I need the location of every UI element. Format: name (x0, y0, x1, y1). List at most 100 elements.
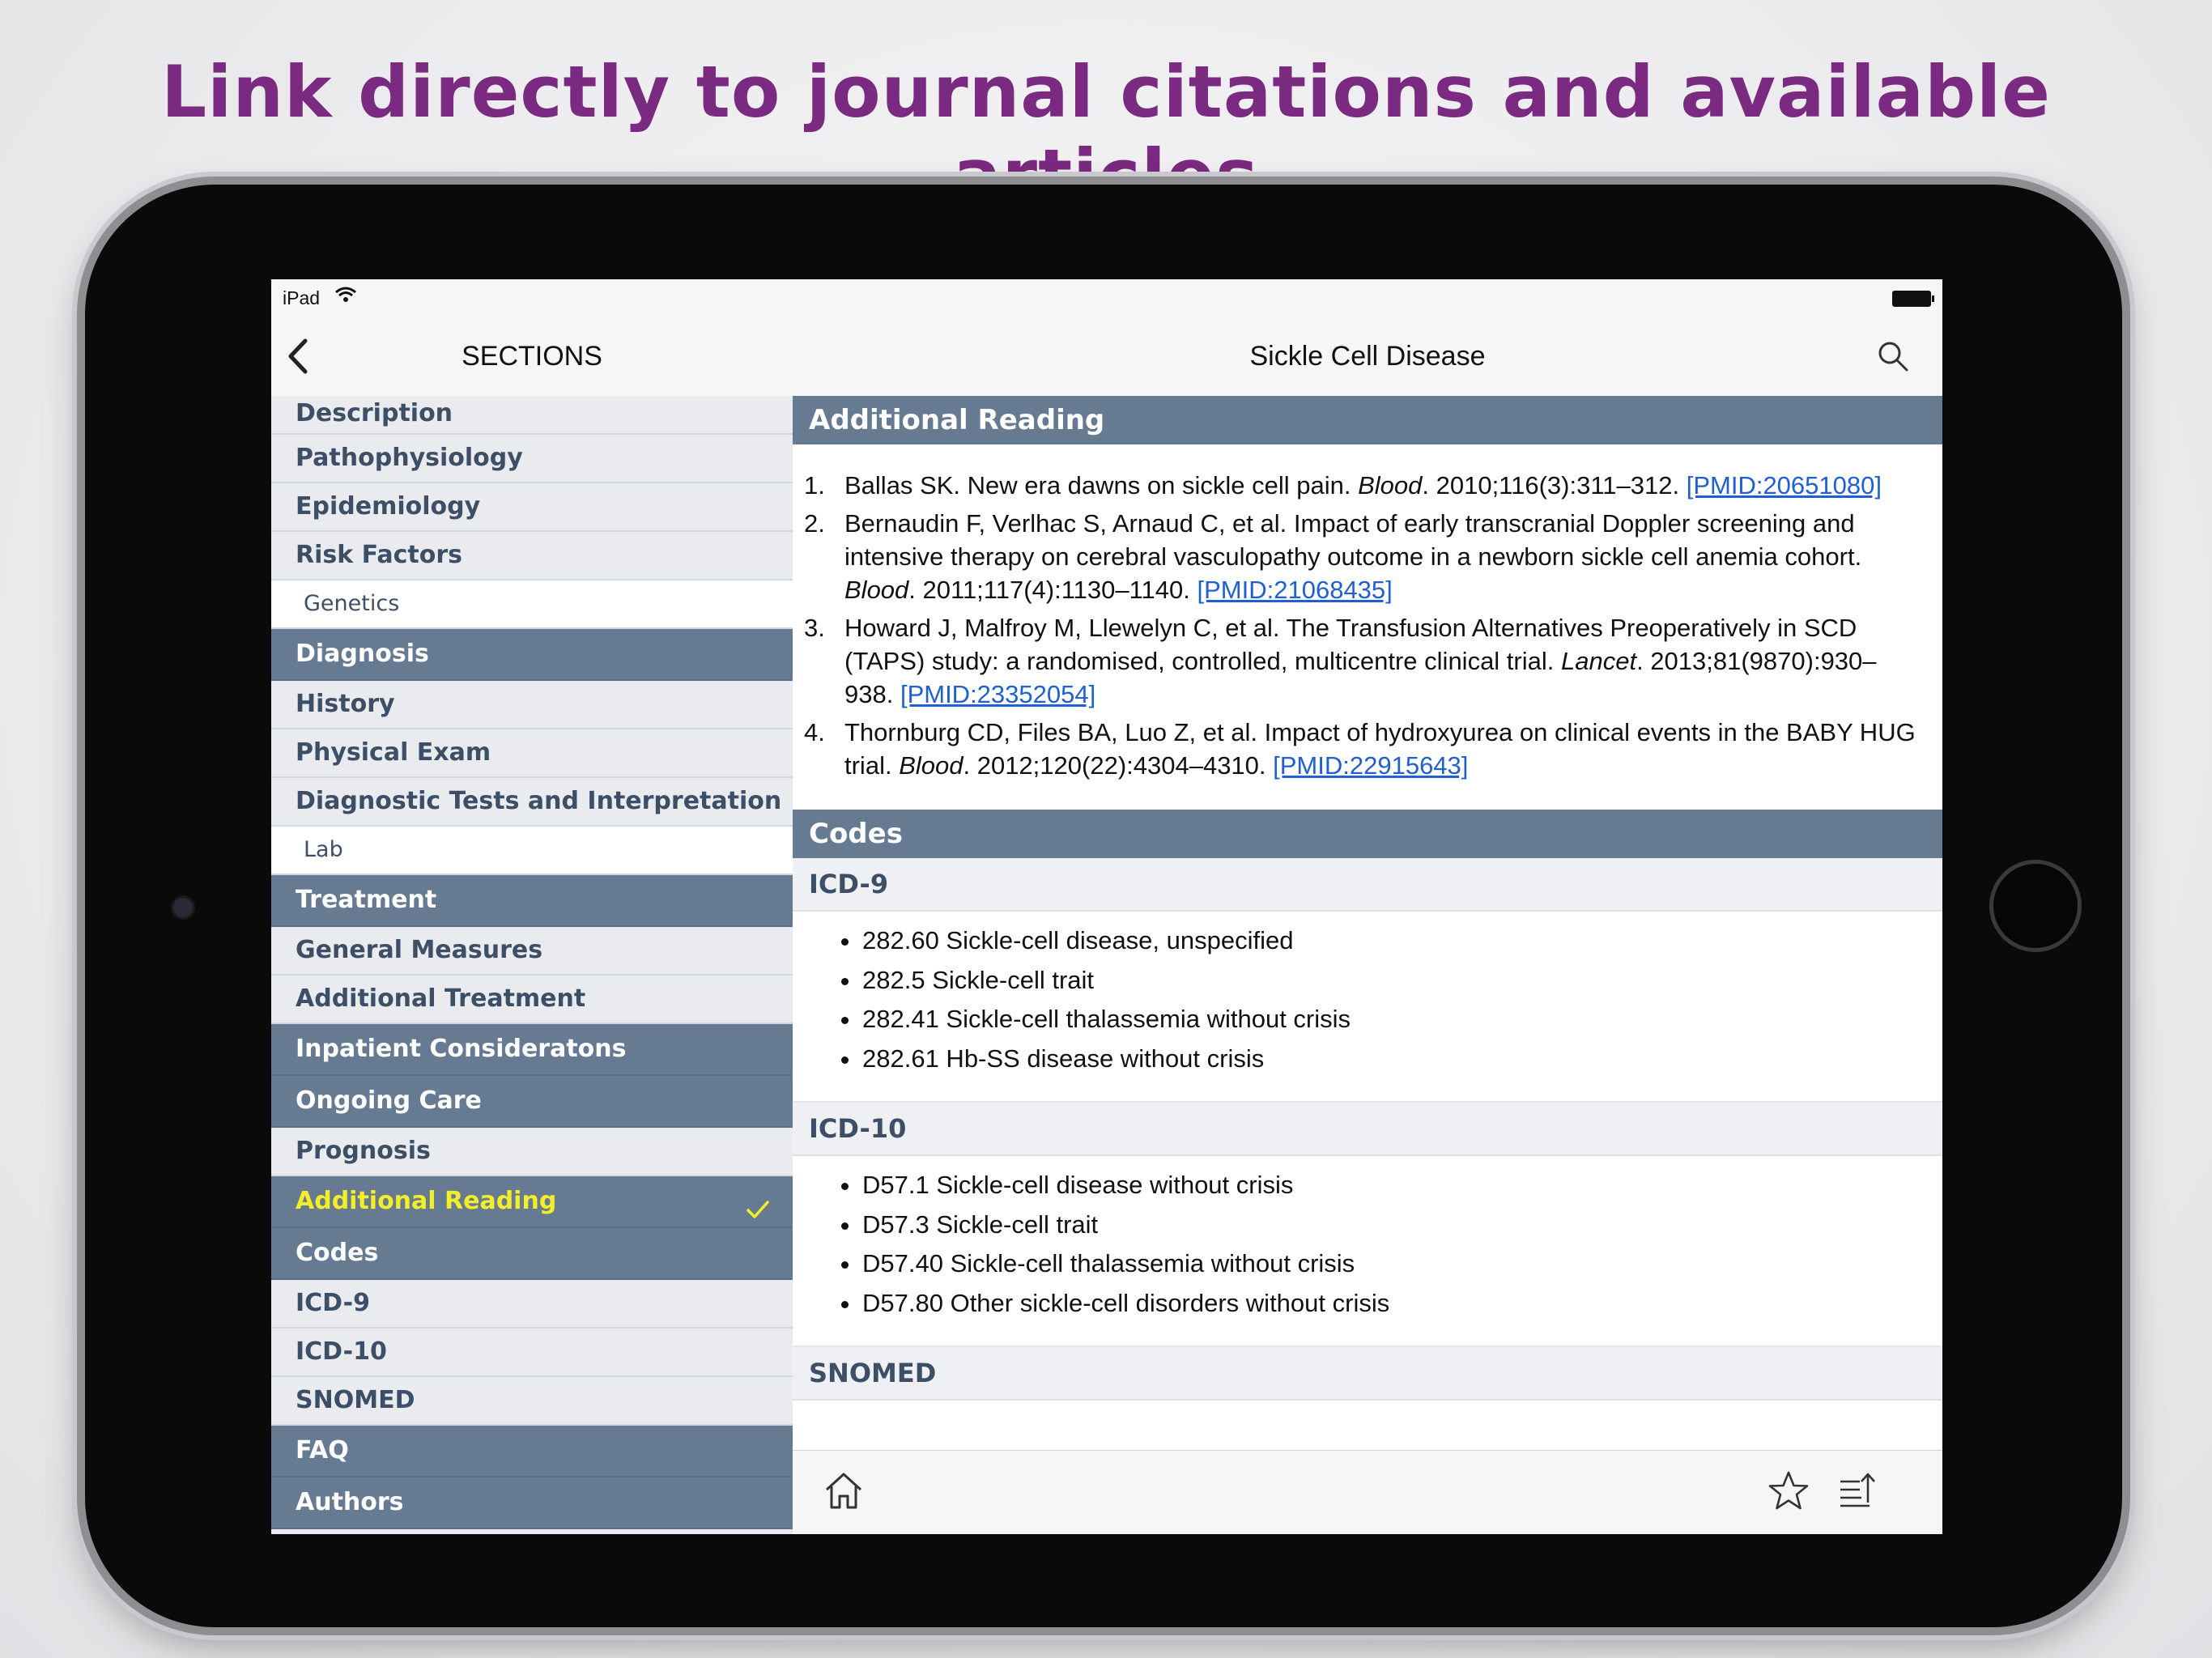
sidebar-item-label: Description (296, 399, 453, 427)
sidebar-item-label: Risk Factors (296, 541, 463, 569)
code-item: 282.41 Sickle-cell thalassemia without c… (841, 1000, 1942, 1039)
sidebar-item-additional-treatment[interactable]: Additional Treatment (271, 976, 793, 1024)
reference-citation: . 2011;117(4):1130–1140. (908, 576, 1197, 604)
carrier-label: iPad (283, 287, 321, 308)
reference-item: 1. Ballas SK. New era dawns on sickle cel… (804, 469, 1918, 502)
reference-item: 3. Howard J, Malfroy M, Llewelyn C, et al… (804, 611, 1918, 711)
main-header: Sickle Cell Disease (793, 315, 1942, 397)
icd9-code-list: 282.60 Sickle-cell disease, unspecified 2… (793, 912, 1942, 1103)
sidebar-item-diagnostic-tests-and-interpretation[interactable]: Diagnostic Tests and Interpretation (271, 778, 793, 827)
reference-number: 3. (804, 614, 825, 642)
sidebar-item-label: Prognosis (296, 1137, 431, 1165)
reference-list: 1. Ballas SK. New era dawns on sickle cel… (793, 444, 1942, 810)
sidebar-item-snomed[interactable]: SNOMED (271, 1377, 793, 1426)
code-item: 282.61 Hb-SS disease without crisis (841, 1039, 1942, 1079)
reference-text: Bernaudin F, Verlhac S, Arnaud C, et al.… (844, 509, 1862, 571)
journal-name: Lancet (1560, 647, 1637, 675)
sidebar-item-diagnosis[interactable]: Diagnosis (271, 629, 793, 681)
sidebar-item-label: Authors (296, 1488, 404, 1516)
battery-icon (1892, 291, 1934, 307)
sidebar-item-label: Genetics (304, 591, 400, 616)
additional-reading-header: Additional Reading (793, 396, 1942, 444)
sidebar-item-label: Pathophysiology (296, 444, 523, 472)
sidebar-item-label: SNOMED (296, 1386, 415, 1414)
sidebar-item-treatment[interactable]: Treatment (271, 875, 793, 927)
sidebar-item-lab[interactable]: Lab (271, 827, 793, 875)
search-icon[interactable] (1876, 339, 1910, 373)
sidebar-item-label: Codes (296, 1239, 379, 1267)
sidebar-item-pathophysiology[interactable]: Pathophysiology (271, 435, 793, 483)
reference-number: 4. (804, 718, 825, 746)
code-item: D57.80 Other sickle-cell disorders witho… (841, 1284, 1942, 1324)
sidebar-item-label: Additional Treatment (296, 984, 586, 1013)
journal-name: Blood (1358, 471, 1423, 500)
sidebar-item-additional-reading[interactable]: Additional Reading (271, 1176, 793, 1228)
pmid-link[interactable]: [PMID:20651080] (1687, 471, 1882, 500)
sidebar-item-label: Diagnosis (296, 640, 429, 668)
topic-title: Sickle Cell Disease (1249, 341, 1486, 372)
checkmark-icon (746, 1189, 770, 1218)
sidebar-item-icd-9[interactable]: ICD-9 (271, 1280, 793, 1329)
reference-item: 2. Bernaudin F, Verlhac S, Arnaud C, et a… (804, 507, 1918, 606)
sidebar-item-history[interactable]: History (271, 681, 793, 729)
sidebar-item-prognosis[interactable]: Prognosis (271, 1128, 793, 1176)
sidebar-item-codes[interactable]: Codes (271, 1228, 793, 1280)
sidebar-item-label: FAQ (296, 1436, 349, 1465)
reference-number: 1. (804, 471, 825, 500)
sidebar-item-label: History (296, 690, 395, 718)
sidebar-item-authors[interactable]: Authors (271, 1477, 793, 1529)
sidebar-item-label: General Measures (296, 936, 543, 964)
sidebar-item-label: Ongoing Care (296, 1086, 482, 1115)
code-item: 282.5 Sickle-cell trait (841, 961, 1942, 1001)
sidebar-item-genetics[interactable]: Genetics (271, 580, 793, 629)
pmid-link[interactable]: [PMID:22915643] (1273, 751, 1468, 780)
main-pane: Sickle Cell Disease Additional Reading 1… (793, 315, 1942, 1534)
sidebar-item-label: ICD-9 (296, 1289, 370, 1317)
icd9-header: ICD-9 (793, 858, 1942, 912)
wifi-icon (334, 286, 357, 308)
sidebar-item-label: Epidemiology (296, 492, 481, 521)
bottom-toolbar (793, 1450, 1942, 1534)
icd10-header: ICD-10 (793, 1103, 1942, 1156)
sidebar-header: SECTIONS (271, 315, 793, 397)
sidebar-item-label: ICD-10 (296, 1337, 387, 1366)
sidebar-item-risk-factors[interactable]: Risk Factors (271, 532, 793, 580)
share-list-icon[interactable] (1837, 1470, 1879, 1512)
code-item: D57.1 Sickle-cell disease without crisis (841, 1166, 1942, 1205)
sidebar-item-general-measures[interactable]: General Measures (271, 927, 793, 976)
codes-header: Codes (793, 810, 1942, 858)
sidebar-item-ongoing-care[interactable]: Ongoing Care (271, 1076, 793, 1128)
star-icon[interactable] (1767, 1470, 1810, 1512)
sidebar-item-label: Lab (304, 837, 343, 862)
home-hardware-button (1989, 860, 2082, 952)
sections-list: Description Pathophysiology Epidemiology Ri… (271, 396, 793, 1529)
reference-citation: . 2010;116(3):311–312. (1422, 471, 1687, 500)
sidebar-item-description[interactable]: Description (271, 396, 793, 435)
front-camera (171, 895, 195, 920)
journal-name: Blood (844, 576, 909, 604)
sidebar-item-physical-exam[interactable]: Physical Exam (271, 729, 793, 778)
snomed-header: SNOMED (793, 1347, 1942, 1401)
sidebar-item-label: Additional Reading (296, 1187, 557, 1215)
status-bar: iPad (271, 279, 1942, 315)
code-item: D57.3 Sickle-cell trait (841, 1205, 1942, 1245)
sidebar-item-epidemiology[interactable]: Epidemiology (271, 483, 793, 532)
sidebar-item-label: Treatment (296, 886, 437, 914)
code-item: D57.40 Sickle-cell thalassemia without c… (841, 1244, 1942, 1284)
pmid-link[interactable]: [PMID:23352054] (900, 680, 1095, 708)
sidebar-item-label: Physical Exam (296, 738, 491, 767)
code-item: 282.60 Sickle-cell disease, unspecified (841, 921, 1942, 961)
home-icon[interactable] (823, 1470, 864, 1511)
journal-name: Blood (899, 751, 963, 780)
topic-content[interactable]: Additional Reading 1. Ballas SK. New era … (793, 396, 1942, 1450)
reference-number: 2. (804, 509, 825, 538)
reference-item: 4. Thornburg CD, Files BA, Luo Z, et al. … (804, 716, 1918, 782)
sections-sidebar: SECTIONS Description Pathophysiology Epide… (271, 315, 793, 1534)
sidebar-title: SECTIONS (462, 341, 602, 372)
sidebar-item-label: Diagnostic Tests and Interpretation (296, 787, 782, 815)
sidebar-item-inpatient-consideratons[interactable]: Inpatient Consideratons (271, 1024, 793, 1076)
icd10-code-list: D57.1 Sickle-cell disease without crisis… (793, 1156, 1942, 1347)
sidebar-item-icd-10[interactable]: ICD-10 (271, 1329, 793, 1377)
sidebar-item-faq[interactable]: FAQ (271, 1426, 793, 1477)
pmid-link[interactable]: [PMID:21068435] (1197, 576, 1393, 604)
